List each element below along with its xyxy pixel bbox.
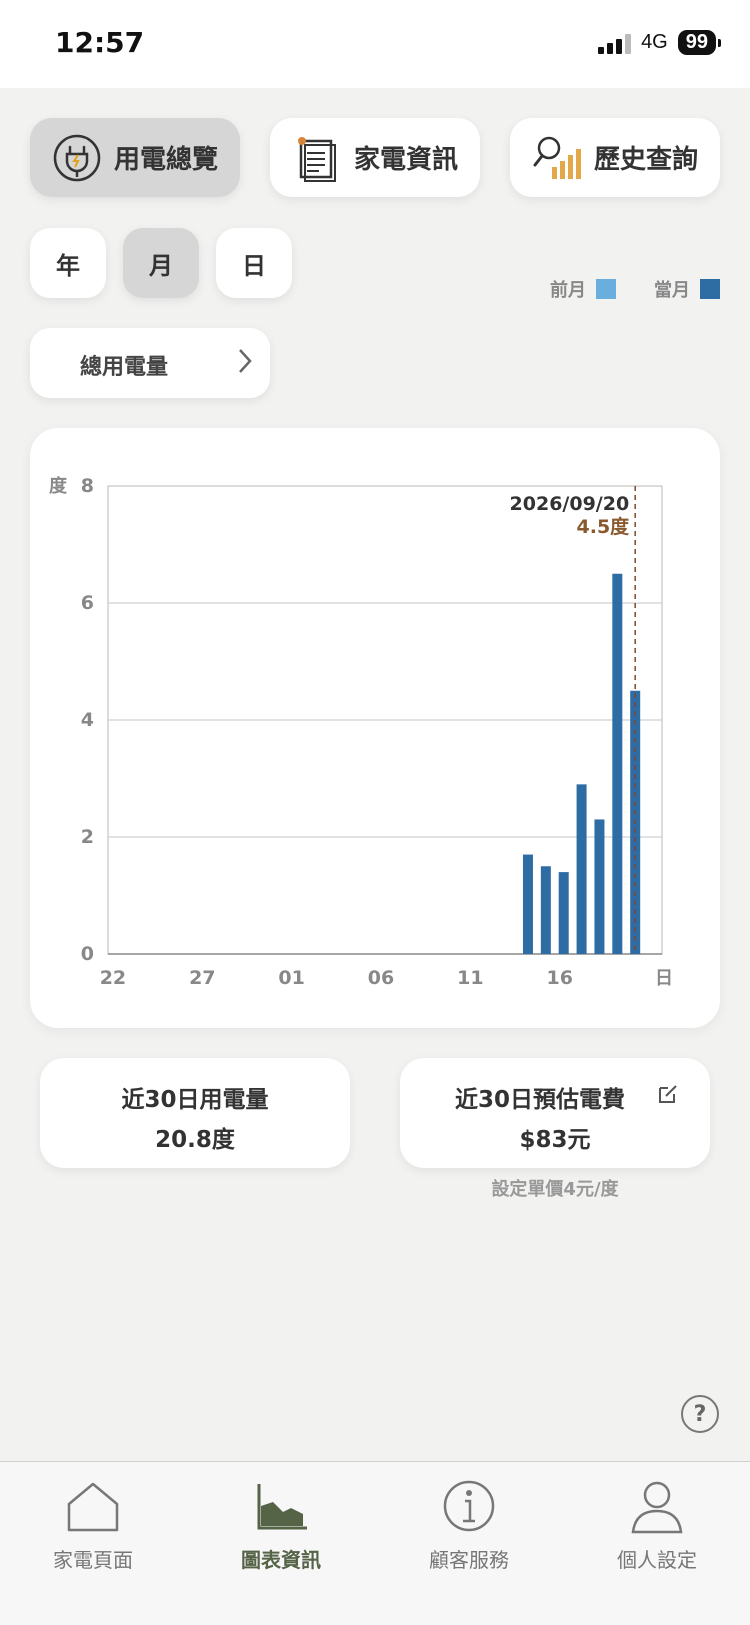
y-tick-label: 4	[81, 709, 94, 731]
bar-24	[540, 866, 551, 954]
legend-current-month: 當月	[654, 276, 720, 302]
legend-swatch	[596, 279, 616, 299]
house-icon	[67, 1482, 119, 1532]
legend-previous-month: 前月	[550, 276, 616, 302]
selected-date-label: 2026/09/20	[510, 493, 630, 515]
usage-stat-card: 近30日用電量 20.8度	[40, 1058, 350, 1168]
status-time: 12:57	[55, 26, 145, 59]
period-month-button[interactable]: 月	[123, 228, 199, 298]
bar-23	[522, 854, 533, 954]
nav-appliance-page[interactable]: 家電頁面	[18, 1478, 168, 1573]
cost-stat-value: $83元	[519, 1127, 591, 1153]
nav-label: 家電頁面	[53, 1548, 133, 1572]
chart-legend: 前月 當月	[550, 276, 720, 302]
bar-25	[558, 872, 569, 954]
info-icon	[443, 1480, 495, 1532]
usage-stat-value: 20.8度	[155, 1127, 235, 1153]
usage-bar-chart[interactable]: 0 2 4 6 8度 22 27 01 06 11 16 日 2026/09/204.5度	[30, 428, 720, 1028]
y-tick-label: 8	[81, 475, 94, 497]
status-indicators: 4G 99	[598, 30, 722, 55]
x-tick-label: 27	[189, 967, 215, 989]
help-button[interactable]: ?	[681, 1395, 719, 1433]
legend-swatch	[700, 279, 720, 299]
y-axis-label: 度	[49, 475, 68, 497]
tab-label: 用電總覽	[113, 145, 218, 175]
person-icon	[631, 1481, 683, 1534]
tab-history[interactable]: 歷史查詢	[510, 118, 720, 197]
legend-label: 前月	[550, 280, 586, 301]
period-year-button[interactable]: 年	[30, 228, 106, 298]
nav-label: 個人設定	[617, 1548, 697, 1572]
nav-personal-settings[interactable]: 個人設定	[582, 1478, 732, 1573]
cost-stat-card: 近30日預估電費 $83元	[400, 1058, 710, 1168]
x-axis-label: 日	[655, 968, 673, 989]
search-chart-icon	[533, 136, 581, 179]
x-tick-label: 01	[278, 967, 304, 989]
selected-value-label: 4.5度	[577, 515, 631, 538]
document-icon	[297, 136, 336, 182]
area-chart-icon	[257, 1484, 307, 1530]
tab-label: 家電資訊	[353, 145, 458, 175]
plug-icon	[53, 134, 101, 181]
y-tick-label: 6	[81, 592, 94, 614]
tab-label: 歷史查詢	[593, 145, 698, 175]
x-tick-label: 16	[546, 967, 572, 989]
tab-appliance-info[interactable]: 家電資訊	[270, 118, 480, 197]
bar-26	[576, 784, 587, 954]
bottom-nav: 家電頁面 圖表資訊 顧客服務 個人設定	[0, 1461, 750, 1625]
status-bar: 12:57 4G 99	[0, 0, 750, 88]
usage-stat-title: 近30日用電量	[121, 1087, 269, 1113]
legend-label: 當月	[654, 280, 690, 301]
period-day-button[interactable]: 日	[216, 228, 292, 298]
y-tick-label: 0	[81, 943, 94, 965]
nav-chart-info[interactable]: 圖表資訊	[206, 1478, 356, 1573]
nav-customer-service[interactable]: 顧客服務	[394, 1478, 544, 1573]
price-setting-note: 設定單價4元/度	[491, 1179, 619, 1200]
metric-select[interactable]: 總用電量	[30, 328, 270, 398]
bar-27	[594, 819, 605, 954]
y-tick-label: 2	[81, 826, 94, 848]
nav-label: 顧客服務	[429, 1548, 509, 1572]
bar-28	[612, 573, 623, 954]
signal-icon	[598, 32, 632, 54]
chevron-right-icon	[239, 349, 252, 373]
x-tick-label: 06	[368, 967, 394, 989]
network-type: 4G	[641, 31, 668, 53]
x-tick-label: 11	[457, 967, 483, 989]
edit-icon[interactable]	[656, 1082, 680, 1106]
x-tick-label: 22	[100, 967, 126, 989]
metric-label: 總用電量	[80, 355, 169, 380]
nav-label: 圖表資訊	[241, 1548, 321, 1572]
chart-card: 0 2 4 6 8 度 22 27 01 06 11 16 日 2026/09/20 4.5度	[30, 428, 720, 1028]
tab-power-overview[interactable]: 用電總覽	[30, 118, 240, 197]
battery-icon: 99	[677, 30, 722, 55]
